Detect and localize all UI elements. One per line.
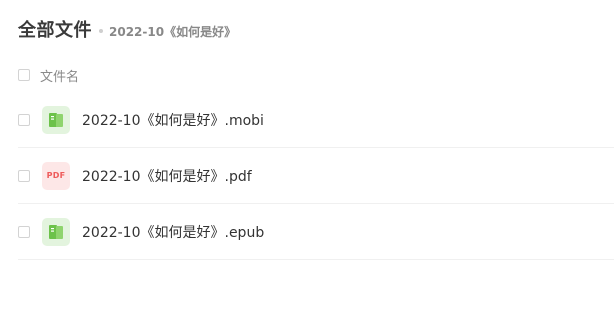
ebook-file-icon — [42, 105, 70, 134]
column-header-filename[interactable]: 文件名 — [40, 66, 79, 85]
row-checkbox[interactable] — [18, 113, 30, 126]
file-row[interactable]: 2022-10《如何是好》.mobi — [18, 92, 614, 148]
row-checkbox[interactable] — [18, 169, 30, 182]
list-header: 文件名 — [18, 64, 79, 86]
page-title[interactable]: 全部文件 — [18, 16, 92, 42]
page-header: 全部文件 2022-10《如何是好》 — [18, 16, 236, 42]
breadcrumb-current-folder: 2022-10《如何是好》 — [109, 24, 237, 39]
file-name[interactable]: 2022-10《如何是好》.mobi — [82, 110, 264, 130]
file-list: 2022-10《如何是好》.mobi PDF 2022-10《如何是好》.pdf… — [18, 92, 614, 260]
select-all-checkbox[interactable] — [18, 69, 30, 81]
file-name[interactable]: 2022-10《如何是好》.pdf — [82, 166, 252, 186]
breadcrumb-separator-dot — [99, 29, 103, 33]
file-name[interactable]: 2022-10《如何是好》.epub — [82, 222, 264, 242]
ebook-file-icon — [42, 217, 70, 246]
file-row[interactable]: 2022-10《如何是好》.epub — [18, 204, 614, 260]
file-row[interactable]: PDF 2022-10《如何是好》.pdf — [18, 148, 614, 204]
pdf-file-icon: PDF — [42, 161, 70, 190]
row-checkbox[interactable] — [18, 225, 30, 238]
pdf-icon-label: PDF — [46, 171, 66, 180]
